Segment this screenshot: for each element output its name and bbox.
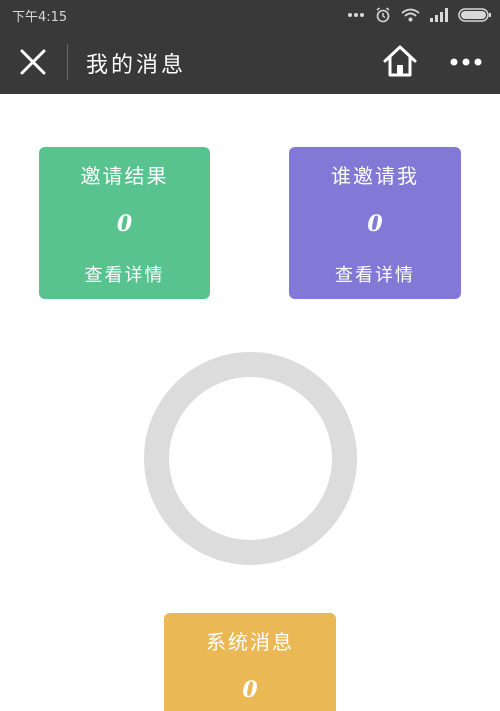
- battery-icon: [458, 8, 491, 22]
- system-messages-count: 0: [242, 677, 258, 703]
- close-icon[interactable]: [18, 47, 48, 77]
- status-time: 下午4:15: [12, 10, 68, 25]
- home-icon[interactable]: [382, 44, 418, 78]
- loading-ring: [144, 352, 357, 565]
- status-icons: [347, 5, 492, 25]
- invite-results-card[interactable]: 邀请结果 0 查看详情: [39, 147, 210, 299]
- wifi-icon: [401, 8, 420, 22]
- page-title: 我的消息: [86, 53, 187, 78]
- invite-results-title: 邀请结果: [80, 164, 169, 188]
- invite-results-details-link[interactable]: 查看详情: [39, 261, 210, 287]
- more-icon[interactable]: [450, 52, 482, 72]
- system-messages-title: 系统消息: [206, 630, 294, 654]
- who-invited-me-title: 谁邀请我: [331, 164, 419, 188]
- alarm-icon: [376, 7, 390, 23]
- more-dots-icon: [348, 13, 364, 17]
- status-bar: 下午4:15: [0, 0, 500, 30]
- who-invited-me-count: 0: [367, 211, 383, 237]
- who-invited-me-details-link[interactable]: 查看详情: [289, 261, 461, 287]
- signal-icon: [430, 8, 448, 22]
- nav-bar: 我的消息: [0, 30, 500, 94]
- invite-results-count: 0: [116, 211, 133, 237]
- nav-divider: [67, 44, 68, 80]
- who-invited-me-card[interactable]: 谁邀请我 0 查看详情: [289, 147, 461, 299]
- system-messages-card[interactable]: 系统消息 0: [164, 613, 336, 711]
